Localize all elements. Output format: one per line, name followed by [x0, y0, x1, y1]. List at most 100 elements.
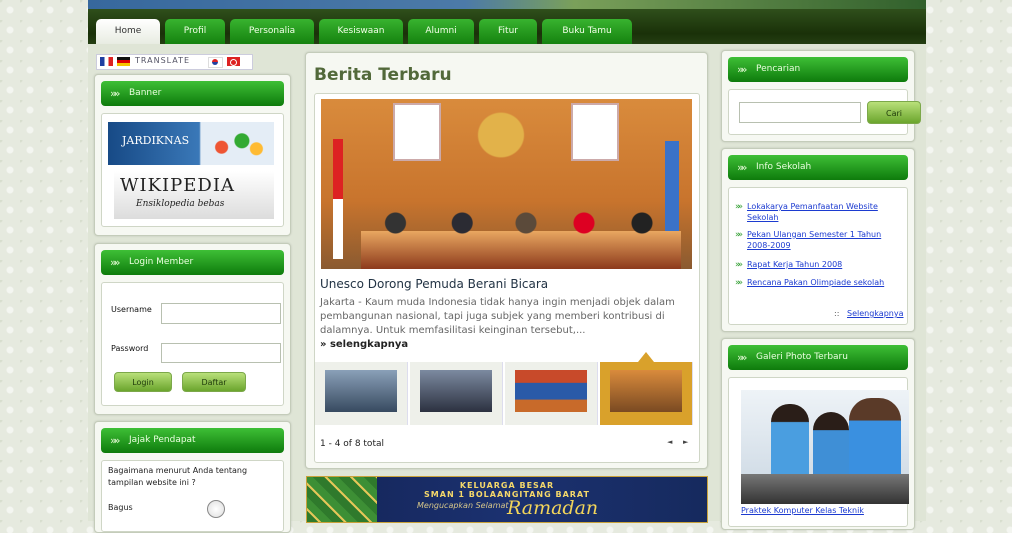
info-link-2[interactable]: Pekan Ulangan Semester 1 Tahun 2008-2009: [747, 229, 902, 251]
password-label: Password: [111, 344, 149, 353]
gallery-panel-title: Galeri Photo Terbaru: [756, 352, 848, 362]
double-chevron-icon: »»: [735, 202, 743, 212]
ramadan-line1: KELUARGA BESAR: [459, 481, 555, 490]
main-nav: Home Profil Personalia Kesiswaan Alumni …: [88, 9, 926, 44]
news-photo[interactable]: [321, 99, 692, 269]
active-thumb-arrow: [638, 352, 654, 362]
username-input[interactable]: [161, 303, 281, 324]
ramadan-line4: Ramadan: [507, 497, 599, 519]
banner-panel: »» Banner JARDIKNAS WIKIPEDIA Ensiklopedi…: [94, 74, 291, 236]
news-thumb-2[interactable]: [410, 362, 503, 425]
news-thumb-4[interactable]: [600, 352, 693, 425]
jardiknas-text: JARDIKNAS: [122, 134, 190, 147]
jardiknas-banner[interactable]: JARDIKNAS: [108, 122, 274, 165]
pagination-text: 1 - 4 of 8 total: [320, 439, 384, 449]
tab-alumni[interactable]: Alumni: [408, 19, 474, 44]
thumb-image: [420, 370, 492, 412]
tab-profil[interactable]: Profil: [165, 19, 225, 44]
news-slider: Unesco Dorong Pemuda Berani Bicara Jakar…: [314, 93, 700, 463]
login-panel-header: »» Login Member: [101, 250, 284, 275]
double-chevron-icon: »»: [737, 63, 748, 76]
thumb-image: [610, 370, 682, 412]
tab-fitur[interactable]: Fitur: [479, 19, 537, 44]
double-chevron-icon: »»: [110, 434, 121, 447]
thumb-image: [325, 370, 397, 412]
prev-arrow-icon[interactable]: ◄: [667, 438, 672, 446]
more-prefix: ::: [834, 309, 840, 318]
search-input[interactable]: [739, 102, 861, 123]
news-summary: Jakarta - Kaum muda Indonesia tidak hany…: [320, 297, 675, 336]
login-button[interactable]: Login: [114, 372, 172, 392]
poll-question: Bagaimana menurut Anda tentang tampilan …: [108, 466, 248, 487]
tab-home[interactable]: Home: [96, 19, 160, 44]
kids-illustration: [210, 128, 268, 160]
banner-panel-title: Banner: [129, 88, 162, 98]
page-container: Home Profil Personalia Kesiswaan Alumni …: [88, 0, 926, 533]
ramadan-banner[interactable]: KELUARGA BESAR SMAN 1 BOLAANGITANG BARAT…: [306, 476, 708, 523]
panel-speakers: [381, 211, 671, 241]
login-panel-title: Login Member: [129, 257, 194, 267]
flag-de-icon[interactable]: [117, 57, 130, 66]
wikipedia-title: WIKIPEDIA: [120, 175, 235, 196]
info-more-link[interactable]: Selengkapnya: [847, 309, 903, 318]
double-chevron-icon: »»: [110, 87, 121, 100]
tab-buku-tamu[interactable]: Buku Tamu: [542, 19, 632, 44]
flag-indonesia: [333, 139, 343, 259]
news-panel: Berita Terbaru Unesco Dorong Pemuda Bera…: [305, 52, 708, 469]
info-link-4[interactable]: Rencana Pakan Olimpiade sekolah: [747, 277, 902, 288]
search-panel: »» Pencarian Cari: [721, 50, 921, 142]
wikipedia-subtitle: Ensiklopedia bebas: [136, 199, 225, 209]
poll-panel-title: Jajak Pendapat: [129, 435, 196, 445]
news-thumb-3[interactable]: [505, 362, 598, 425]
info-link-3[interactable]: Rapat Kerja Tahun 2008: [747, 259, 902, 270]
translate-bar[interactable]: TRANSLATE: [96, 54, 253, 70]
news-section-title: Berita Terbaru: [314, 65, 452, 85]
info-list: »» Lokakarya Pemanfaatan Website Sekolah…: [728, 187, 908, 325]
news-headline[interactable]: Unesco Dorong Pemuda Berani Bicara: [320, 277, 548, 291]
gallery-caption[interactable]: Praktek Komputer Kelas Teknik: [741, 506, 864, 515]
poll-option-label: Bagus: [108, 503, 133, 512]
username-label: Username: [111, 305, 152, 314]
double-chevron-icon: »»: [735, 278, 743, 288]
poll-content: Bagaimana menurut Anda tentang tampilan …: [101, 460, 284, 532]
search-panel-header: »» Pencarian: [728, 57, 908, 82]
computer-equipment: [741, 474, 909, 504]
password-input[interactable]: [161, 343, 281, 363]
search-form: Cari: [728, 89, 921, 135]
flag-tr-icon[interactable]: [227, 57, 240, 66]
search-button[interactable]: Cari: [867, 101, 921, 124]
banner-content: JARDIKNAS WIKIPEDIA Ensiklopedia bebas: [101, 113, 284, 227]
double-chevron-icon: »»: [110, 256, 121, 269]
gallery-content: Praktek Komputer Kelas Teknik: [728, 377, 909, 527]
gallery-panel-header: »» Galeri Photo Terbaru: [728, 345, 908, 370]
portrait-left: [393, 103, 441, 161]
wikipedia-banner[interactable]: WIKIPEDIA Ensiklopedia bebas: [114, 171, 274, 219]
header-banner-strip: [88, 0, 926, 9]
double-chevron-icon: »»: [737, 351, 748, 364]
info-panel-title: Info Sekolah: [756, 162, 812, 172]
news-thumb-1[interactable]: [315, 362, 408, 425]
register-button[interactable]: Daftar: [182, 372, 246, 392]
banner-panel-header: »» Banner: [101, 81, 284, 106]
tab-kesiswaan[interactable]: Kesiswaan: [319, 19, 403, 44]
gallery-photo[interactable]: [741, 390, 909, 504]
poll-option-radio[interactable]: [207, 500, 225, 518]
double-chevron-icon: »»: [735, 260, 743, 270]
login-form: Username Password Login Daftar: [101, 282, 284, 406]
student-1: [771, 404, 809, 484]
search-panel-title: Pencarian: [756, 64, 801, 74]
gallery-panel: »» Galeri Photo Terbaru Praktek Komputer …: [721, 338, 915, 530]
poll-panel-header: »» Jajak Pendapat: [101, 428, 284, 453]
flag-fr-icon[interactable]: [100, 57, 113, 66]
thumb-image: [515, 370, 587, 412]
info-link-1[interactable]: Lokakarya Pemanfaatan Website Sekolah: [747, 201, 902, 223]
next-arrow-icon[interactable]: ►: [683, 438, 688, 446]
double-chevron-icon: »»: [737, 161, 748, 174]
flag-kr-icon[interactable]: [208, 57, 223, 68]
ramadan-line3: Mengucapkan Selamat: [417, 501, 509, 510]
read-more-link[interactable]: » selengkapnya: [320, 339, 408, 350]
poll-panel: »» Jajak Pendapat Bagaimana menurut Anda …: [94, 421, 291, 533]
portrait-right: [571, 103, 619, 161]
translate-label: TRANSLATE: [135, 56, 191, 65]
tab-personalia[interactable]: Personalia: [230, 19, 314, 44]
